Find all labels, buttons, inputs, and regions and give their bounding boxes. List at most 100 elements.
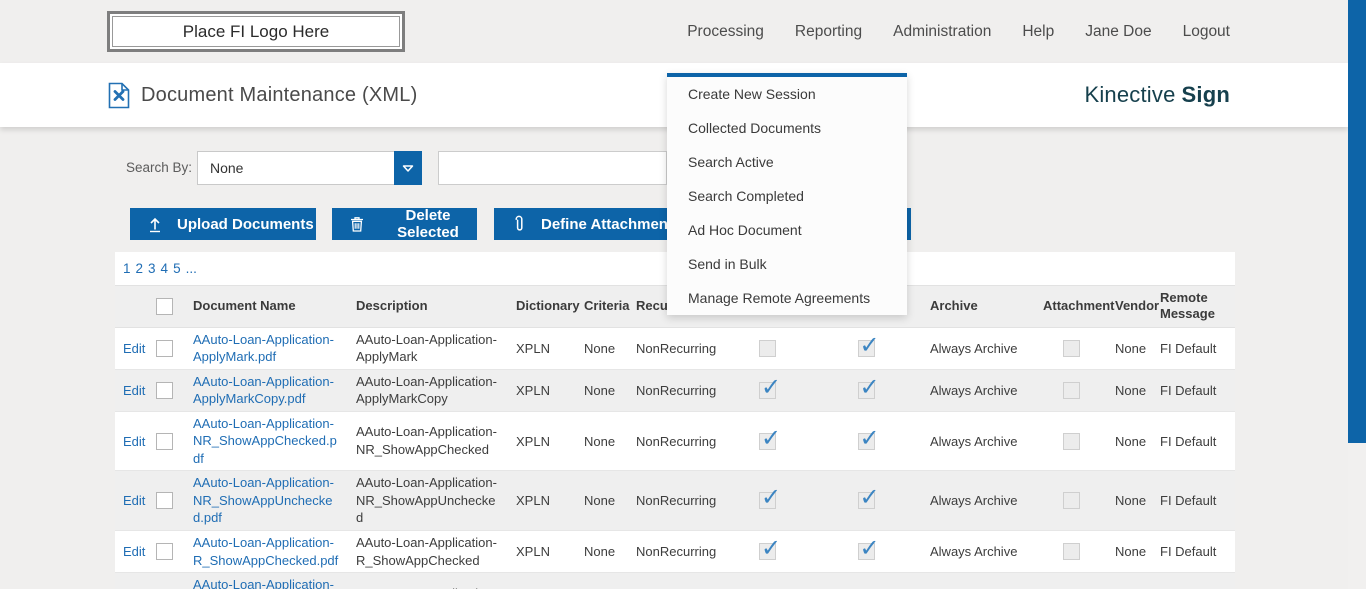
cell-desc: AAuto-Loan-Application-R_ShowAppChecked	[348, 530, 508, 572]
cell-remote: FI Default	[1152, 327, 1235, 369]
chevron-down-icon[interactable]	[394, 151, 422, 185]
description-text: AAuto-Loan-Application-R_ShowAppUnchecke…	[356, 585, 500, 589]
flag1-checkbox[interactable]	[759, 543, 776, 560]
search-by-select[interactable]: None	[197, 151, 422, 185]
page-link-5[interactable]: 5	[173, 261, 181, 276]
cell-attachment	[1035, 369, 1107, 411]
menu-item-send-in-bulk[interactable]: Send in Bulk	[667, 247, 907, 281]
cell-archive: Always Archive	[922, 369, 1035, 411]
page-link-4[interactable]: 4	[161, 261, 169, 276]
page-link-[interactable]: ...	[186, 261, 197, 276]
cell-vendor: None	[1107, 327, 1152, 369]
row-select-checkbox[interactable]	[156, 543, 173, 560]
nav-item-administration[interactable]: Administration	[893, 23, 991, 41]
flag2-checkbox[interactable]	[858, 433, 875, 450]
cell-archive: Always Archive	[922, 573, 1035, 589]
search-by-label: Search By:	[126, 160, 192, 175]
edit-link[interactable]: Edit	[123, 341, 145, 356]
paperclip-icon	[510, 215, 528, 233]
cell-edit: Edit	[115, 327, 148, 369]
select-all-checkbox[interactable]	[156, 298, 173, 315]
document-name-link[interactable]: AAuto-Loan-Application-ApplyMark.pdf	[193, 331, 340, 366]
menu-item-create-new-session[interactable]: Create New Session	[667, 77, 907, 111]
flag1-checkbox[interactable]	[759, 382, 776, 399]
attachment-checkbox[interactable]	[1063, 543, 1080, 560]
edit-link[interactable]: Edit	[123, 544, 145, 559]
page-scrollbar[interactable]	[1348, 0, 1366, 589]
attachment-checkbox[interactable]	[1063, 382, 1080, 399]
search-input[interactable]	[438, 151, 667, 185]
flag2-checkbox[interactable]	[858, 382, 875, 399]
document-name-link[interactable]: AAuto-Loan-Application-R_ShowAppUnchecke…	[193, 576, 340, 589]
cell-name: AAuto-Loan-Application-ApplyMarkCopy.pdf	[185, 369, 348, 411]
cell-flag1	[725, 573, 810, 589]
flag2-checkbox[interactable]	[858, 492, 875, 509]
nav-item-help[interactable]: Help	[1022, 23, 1054, 41]
cell-select	[148, 327, 185, 369]
cell-recurring: NonRecurring	[628, 530, 725, 572]
nav-item-jane-doe[interactable]: Jane Doe	[1085, 23, 1151, 41]
flag1-checkbox[interactable]	[759, 433, 776, 450]
flag1-checkbox[interactable]	[759, 492, 776, 509]
row-select-checkbox[interactable]	[156, 382, 173, 399]
title-wrap: Document Maintenance (XML)	[108, 63, 417, 127]
cell-name: AAuto-Loan-Application-ApplyMark.pdf	[185, 327, 348, 369]
cell-attachment	[1035, 573, 1107, 589]
description-text: AAuto-Loan-Application-NR_ShowAppChecked	[356, 423, 500, 458]
page-link-3[interactable]: 3	[148, 261, 156, 276]
edit-link[interactable]: Edit	[123, 434, 145, 449]
cell-flag1	[725, 369, 810, 411]
menu-item-ad-hoc-document[interactable]: Ad Hoc Document	[667, 213, 907, 247]
column-header-description: Description	[348, 286, 508, 328]
edit-link[interactable]: Edit	[123, 383, 145, 398]
table-row: Edit AAuto-Loan-Application-ApplyMark.pdf…	[115, 327, 1235, 369]
menu-item-manage-remote-agreements[interactable]: Manage Remote Agreements	[667, 281, 907, 315]
cell-vendor: None	[1107, 530, 1152, 572]
attachment-checkbox[interactable]	[1063, 492, 1080, 509]
menu-item-search-active[interactable]: Search Active	[667, 145, 907, 179]
cell-dictionary: XPLN	[508, 471, 576, 531]
document-name-link[interactable]: AAuto-Loan-Application-NR_ShowAppChecked…	[193, 415, 340, 468]
fi-logo-text: Place FI Logo Here	[183, 22, 329, 42]
cell-attachment	[1035, 471, 1107, 531]
delete-selected-button[interactable]: Delete Selected	[332, 208, 477, 240]
row-select-checkbox[interactable]	[156, 433, 173, 450]
row-select-checkbox[interactable]	[156, 340, 173, 357]
flag1-checkbox[interactable]	[759, 340, 776, 357]
upload-documents-button[interactable]: Upload Documents	[130, 208, 316, 240]
menu-item-collected-documents[interactable]: Collected Documents	[667, 111, 907, 145]
cell-desc: AAuto-Loan-Application-ApplyMark	[348, 327, 508, 369]
page-link-1[interactable]: 1	[123, 261, 131, 276]
description-text: AAuto-Loan-Application-NR_ShowAppUncheck…	[356, 474, 500, 527]
flag2-checkbox[interactable]	[858, 543, 875, 560]
document-name-link[interactable]: AAuto-Loan-Application-NR_ShowAppUncheck…	[193, 474, 340, 527]
page-link-2[interactable]: 2	[136, 261, 144, 276]
document-tools-icon	[108, 82, 130, 109]
nav-item-reporting[interactable]: Reporting	[795, 23, 862, 41]
document-name-link[interactable]: AAuto-Loan-Application-R_ShowAppChecked.…	[193, 534, 340, 569]
nav-item-logout[interactable]: Logout	[1183, 23, 1230, 41]
attachment-checkbox[interactable]	[1063, 340, 1080, 357]
cell-archive: Always Archive	[922, 471, 1035, 531]
cell-criteria: None	[576, 369, 628, 411]
column-header-select	[148, 286, 185, 328]
cell-criteria: None	[576, 471, 628, 531]
brand-logo: Kinective Sign	[1084, 63, 1230, 127]
edit-link[interactable]: Edit	[123, 493, 145, 508]
cell-flag1	[725, 411, 810, 471]
cell-vendor: None	[1107, 369, 1152, 411]
row-select-checkbox[interactable]	[156, 492, 173, 509]
cell-criteria: None	[576, 327, 628, 369]
top-bar: Place FI Logo Here Processing Reporting Ad…	[0, 0, 1348, 63]
cell-remote: FI Default	[1152, 530, 1235, 572]
cell-remote: FI Default	[1152, 573, 1235, 589]
nav-item-processing[interactable]: Processing	[687, 23, 764, 41]
scrollbar-thumb[interactable]	[1348, 0, 1366, 443]
column-header-document-name: Document Name	[185, 286, 348, 328]
menu-item-search-completed[interactable]: Search Completed	[667, 179, 907, 213]
flag2-checkbox[interactable]	[858, 340, 875, 357]
attachment-checkbox[interactable]	[1063, 433, 1080, 450]
document-name-link[interactable]: AAuto-Loan-Application-ApplyMarkCopy.pdf	[193, 373, 340, 408]
cell-criteria: None	[576, 573, 628, 589]
cell-desc: AAuto-Loan-Application-NR_ShowAppUncheck…	[348, 471, 508, 531]
